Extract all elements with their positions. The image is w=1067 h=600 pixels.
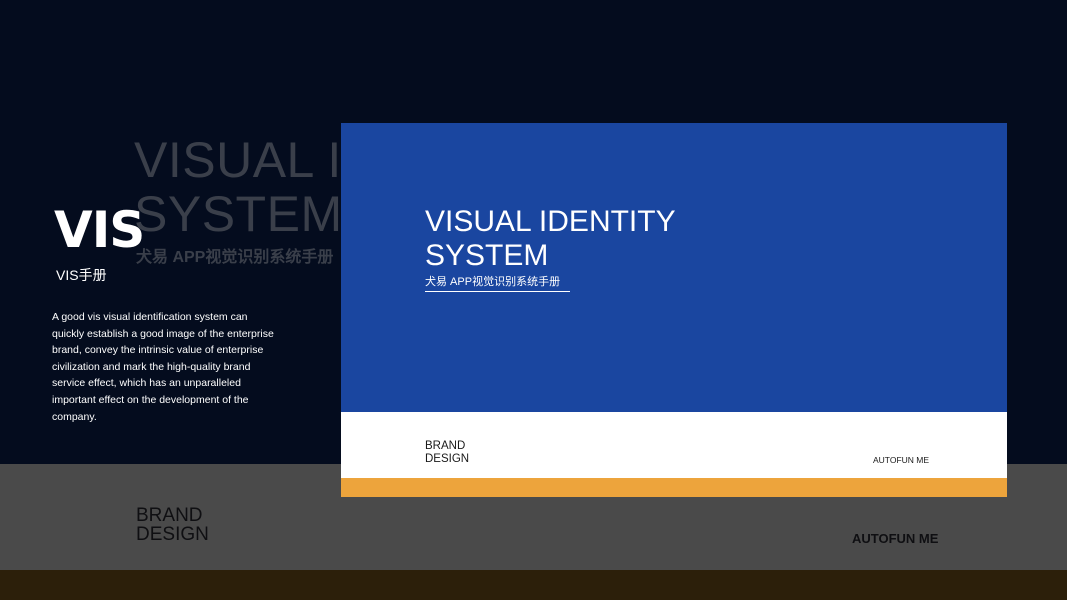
vis-subtitle: VIS手册 [56, 267, 107, 283]
card-subtitle: 犬易 APP视觉识别系统手册 [425, 273, 571, 292]
vis-logo: VIS [54, 201, 145, 259]
ghost-subtitle: 犬易 APP视觉识别系统手册 [136, 249, 334, 266]
brown-band [0, 570, 1067, 600]
card-brand-design: BRAND DESIGN [425, 440, 470, 465]
card-title: VISUAL IDENTITY SYSTEM [425, 205, 676, 273]
description-text: A good vis visual identification system … [52, 311, 274, 423]
card-title-line1: VISUAL IDENTITY [425, 205, 676, 238]
card-orange-bar [341, 478, 1007, 497]
ghost-title-line2: SYSTEM [134, 186, 343, 242]
card-title-line2: SYSTEM [425, 239, 549, 272]
ghost-autofun-label: AUTOFUN ME [852, 531, 939, 546]
ghost-brand-design: BRAND DESIGN [136, 505, 209, 545]
cover-card: VISUAL IDENTITY SYSTEM 犬易 APP视觉识别系统手册 BR… [341, 123, 1007, 497]
card-autofun-label: AUTOFUN ME [873, 455, 930, 465]
